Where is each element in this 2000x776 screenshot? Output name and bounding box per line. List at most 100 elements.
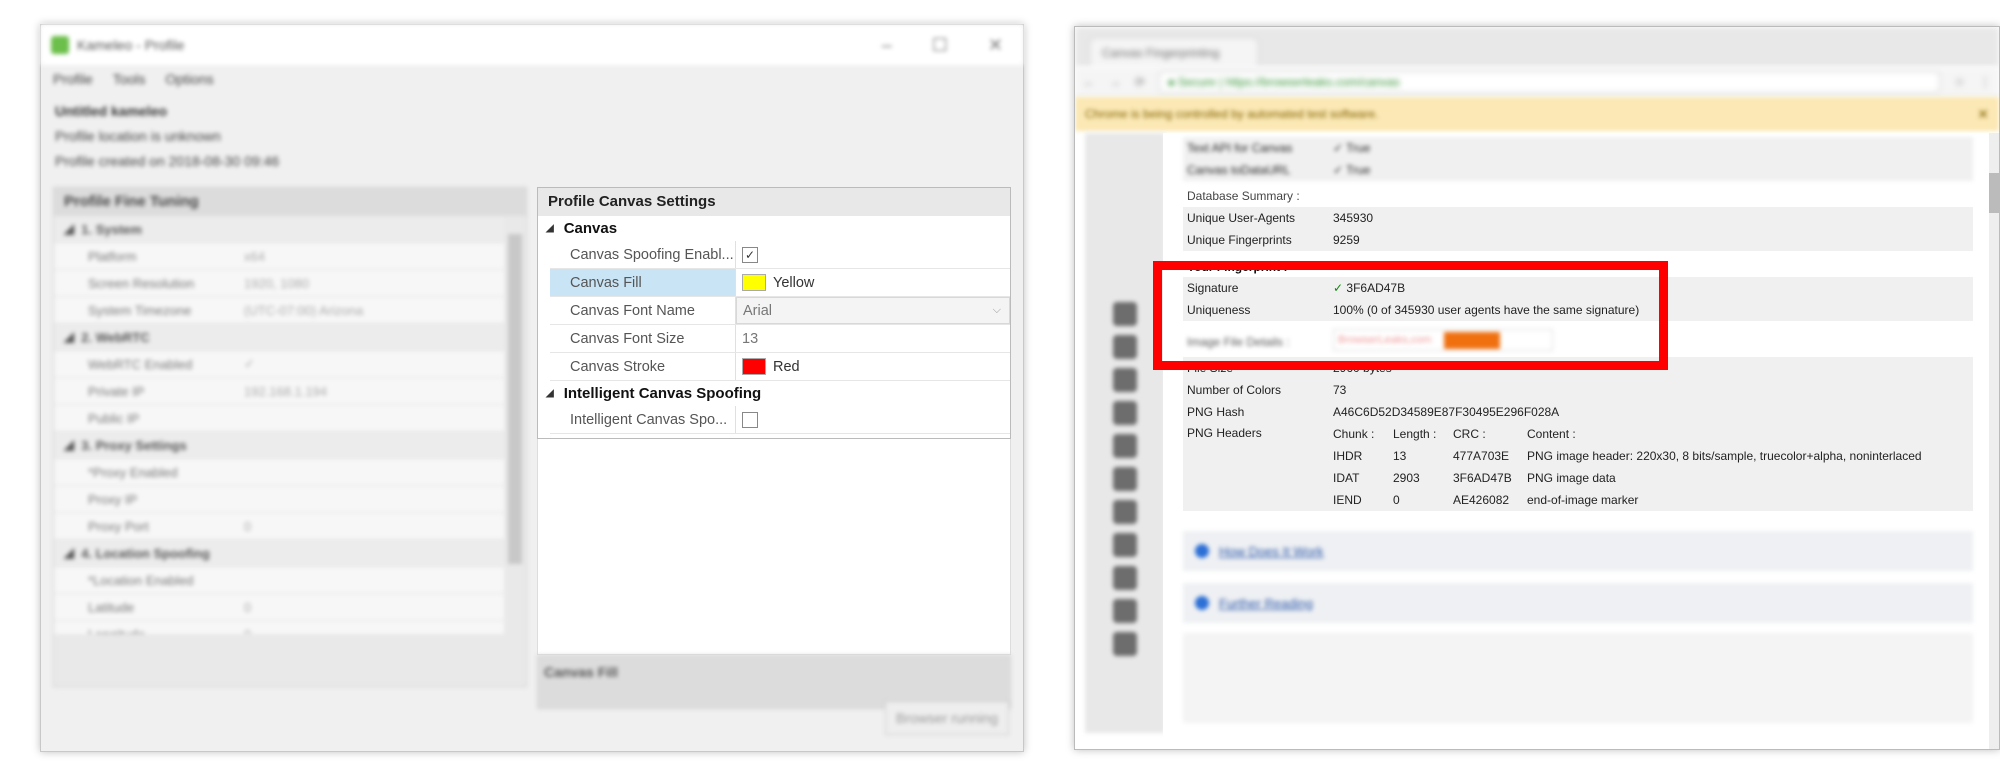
further-reading-label[interactable]: Further Reading (1219, 596, 1313, 611)
browser-running-button[interactable]: Browser running (885, 701, 1009, 735)
page-scrollbar[interactable] (1989, 133, 1999, 749)
intelligent-row[interactable]: Intelligent Canvas Spo... (550, 406, 1010, 434)
canvas-settings-panel: Profile Canvas Settings ◢ Canvas Canvas … (537, 187, 1011, 439)
tree-row[interactable]: *Proxy Enabled (54, 459, 504, 486)
png-cell: IEND (1329, 489, 1389, 511)
png-headers-label: PNG Headers (1183, 423, 1329, 511)
minimize-icon[interactable]: – (882, 35, 892, 56)
back-icon[interactable]: ← (1083, 75, 1095, 89)
canvas-support-table: Text API for Canvas ✓ True Canvas toDataU… (1183, 137, 1973, 181)
brush-icon[interactable] (1113, 401, 1137, 425)
tree-row-label: Longitude (88, 626, 146, 635)
tree-row-label: Latitude (88, 599, 135, 615)
intelligent-section[interactable]: ◢ Intelligent Canvas Spoofing (538, 381, 1010, 406)
kameleo-window: Kameleo - Profile – ☐ ✕ Profile Tools Op… (40, 24, 1024, 752)
globe-icon[interactable] (1113, 335, 1137, 359)
automation-infobar: Chrome is being controlled by automated … (1075, 97, 1999, 131)
profile-info: Untitled kameleo Profile location is unk… (41, 93, 1023, 180)
tree-row[interactable]: Latitude 0 (54, 594, 504, 621)
font-icon[interactable] (1113, 467, 1137, 491)
network-icon[interactable] (1113, 368, 1137, 392)
png-col-header: Chunk : (1329, 423, 1389, 445)
red-swatch (742, 358, 766, 375)
maximize-icon[interactable]: ☐ (932, 35, 948, 56)
tree-row-label: Screen Resolution (88, 275, 195, 291)
menu-profile[interactable]: Profile (53, 71, 93, 87)
tree-row-label: *Proxy Enabled (88, 464, 178, 480)
close-icon[interactable]: ✕ (988, 35, 1003, 56)
canvas-font-row[interactable]: Canvas Font Name Arial ⌵ (550, 297, 1010, 325)
close-icon[interactable]: ✕ (1977, 106, 1989, 123)
signature-label: Signature (1183, 277, 1329, 299)
intelligent-checkbox[interactable] (742, 411, 758, 428)
canvas-spoofing-row[interactable]: Canvas Spoofing Enabl... ✓ (550, 241, 1010, 269)
tree-section[interactable]: ◢ 1. System (54, 216, 504, 243)
further-reading-section[interactable]: Further Reading (1183, 583, 1973, 623)
support-value: ✓ True (1329, 137, 1973, 159)
png-cell: 0 (1389, 489, 1449, 511)
canvas-stroke-row[interactable]: Canvas Stroke Red (550, 353, 1010, 381)
menu-options[interactable]: Options (165, 71, 213, 87)
file-key: PNG Hash (1183, 401, 1329, 423)
plugin-icon[interactable] (1113, 599, 1137, 623)
canvas-spoofing-checkbox[interactable]: ✓ (742, 246, 758, 263)
tree-row[interactable]: Longitude 0 (54, 621, 504, 634)
url-field[interactable]: 🔒︎ Secure | https://browserleaks.com/can… (1159, 70, 1941, 93)
forward-icon[interactable]: → (1109, 75, 1121, 89)
collapse-triangle-icon[interactable]: ◢ (546, 223, 554, 234)
tree-row-value: 1920, 1080 (244, 275, 310, 291)
canvas-size-row[interactable]: Canvas Font Size 13 (550, 325, 1010, 353)
how-does-it-work-section[interactable]: How Does It Work (1183, 531, 1973, 571)
home-icon[interactable] (1113, 302, 1137, 326)
png-cell: 3F6AD47B (1449, 467, 1523, 489)
check-icon: ✓ (1333, 281, 1344, 295)
menu-tools[interactable]: Tools (113, 71, 146, 87)
canvas-stroke-value: Red (773, 358, 800, 375)
tree-section-label: 4. Location Spoofing (81, 545, 210, 561)
canvas-fill-row[interactable]: Canvas Fill Yellow (550, 269, 1010, 297)
canvas-fill-label: Canvas Fill (550, 269, 736, 296)
canvas-section[interactable]: ◢ Canvas (538, 216, 1010, 241)
tree-section[interactable]: ◢ 3. Proxy Settings (54, 432, 504, 459)
grid-icon[interactable] (1113, 434, 1137, 458)
tab-strip: Canvas Fingerprinting (1075, 27, 1999, 67)
png-cell: 477A703E (1449, 445, 1523, 467)
how-does-it-work-label[interactable]: How Does It Work (1219, 544, 1324, 559)
canvas-font-dropdown[interactable]: Arial ⌵ (736, 297, 1010, 324)
tree-section[interactable]: ◢ 4. Location Spoofing (54, 540, 504, 567)
fine-tuning-scrollbar[interactable] (508, 234, 522, 564)
address-bar: ← → ⟳ 🔒︎ Secure | https://browserleaks.c… (1075, 67, 1999, 97)
tree-row[interactable]: Public IP (54, 405, 504, 432)
info-icon (1195, 544, 1209, 558)
tree-row[interactable]: Proxy Port 0 (54, 513, 504, 540)
tree-row-label: Private IP (88, 383, 145, 399)
file-value: 2960 bytes (1329, 357, 1973, 379)
support-value: ✓ True (1329, 159, 1973, 181)
tree-row-value: 192.168.1.194 (244, 383, 328, 399)
tab-canvas[interactable]: Canvas Fingerprinting (1089, 37, 1259, 67)
tree-section-label: 2. WebRTC (81, 329, 150, 345)
database-summary-table: Unique User-Agents 345930 Unique Fingerpr… (1183, 207, 1973, 251)
menu-icon[interactable]: ⋮ (1979, 75, 1991, 89)
tree-row[interactable]: WebRTC Enabled ✓ (54, 351, 504, 378)
tree-row-label: System Timezone (88, 302, 192, 318)
tree-section[interactable]: ◢ 2. WebRTC (54, 324, 504, 351)
canvas-size-value[interactable]: 13 (736, 325, 1010, 352)
tree-row[interactable]: Screen Resolution 1920, 1080 (54, 270, 504, 297)
camera-icon[interactable] (1113, 533, 1137, 557)
tree-row-label: WebRTC Enabled (88, 356, 193, 372)
tree-row[interactable]: Private IP 192.168.1.194 (54, 378, 504, 405)
tools-icon[interactable] (1113, 632, 1137, 656)
star-icon[interactable]: ☆ (1954, 75, 1965, 89)
png-col-header: Content : (1523, 423, 1973, 445)
user-icon[interactable] (1113, 566, 1137, 590)
tree-row[interactable]: Proxy IP (54, 486, 504, 513)
tree-row-value: 0 (244, 599, 252, 615)
tree-row[interactable]: Platform x64 (54, 243, 504, 270)
collapse-triangle-icon[interactable]: ◢ (546, 388, 554, 399)
tree-row[interactable]: *Location Enabled (54, 567, 504, 594)
reload-icon[interactable]: ⟳ (1135, 75, 1145, 89)
settings-icon[interactable] (1113, 500, 1137, 524)
tree-row[interactable]: System Timezone (UTC-07:00) Arizona (54, 297, 504, 324)
uniqueness-label: Uniqueness (1183, 299, 1329, 321)
